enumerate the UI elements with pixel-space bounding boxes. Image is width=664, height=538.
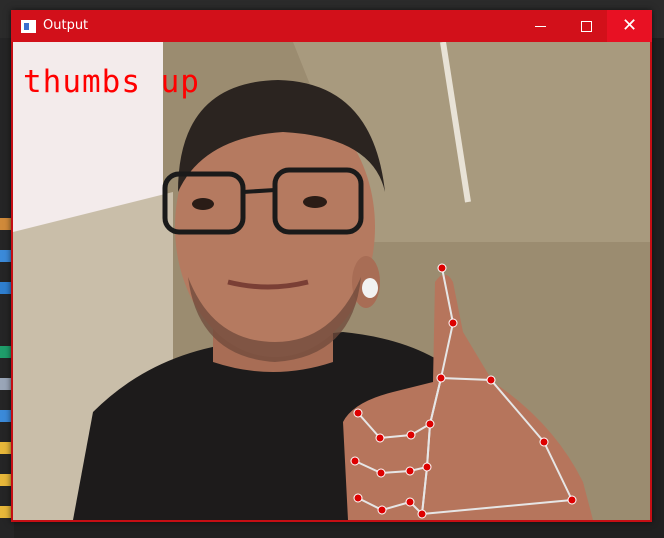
landmark-point: [375, 433, 385, 443]
landmark-point: [422, 462, 432, 472]
landmark-point: [353, 408, 363, 418]
landmark-connections: [354, 267, 573, 517]
landmark-point: [486, 375, 496, 385]
ring-connection: [357, 466, 428, 517]
video-frame: thumbs up: [13, 42, 650, 520]
close-icon: ✕: [621, 15, 638, 36]
gesture-label: thumbs up: [23, 64, 200, 100]
landmark-point: [437, 263, 447, 273]
landmark-point: [567, 495, 577, 505]
landmark-point: [539, 437, 549, 447]
close-button[interactable]: ✕: [607, 10, 652, 42]
minimize-button[interactable]: [517, 10, 563, 42]
thumb-connection: [439, 267, 573, 501]
landmark-point: [448, 318, 458, 328]
window-titlebar[interactable]: Output ✕: [11, 10, 652, 42]
landmark-point: [353, 493, 363, 503]
landmark-point: [350, 456, 360, 466]
palm-connection: [421, 499, 573, 515]
index-connection: [357, 377, 442, 440]
landmark-point: [425, 419, 435, 429]
minimize-icon: [534, 25, 546, 27]
maximize-icon: [580, 20, 592, 32]
landmark-point: [377, 505, 387, 515]
landmark-point: [405, 466, 415, 476]
maximize-button[interactable]: [563, 10, 609, 42]
landmark-point: [406, 430, 416, 440]
output-window: Output ✕ thumbs up: [11, 10, 652, 522]
palm-side-connection: [421, 377, 442, 515]
landmark-points: [350, 263, 577, 519]
landmark-point: [436, 373, 446, 383]
window-title: Output: [43, 18, 89, 33]
landmark-point: [376, 468, 386, 478]
landmark-point: [417, 509, 427, 519]
hand-landmarks: [350, 263, 577, 519]
app-window-icon: [21, 20, 36, 33]
landmark-point: [405, 497, 415, 507]
